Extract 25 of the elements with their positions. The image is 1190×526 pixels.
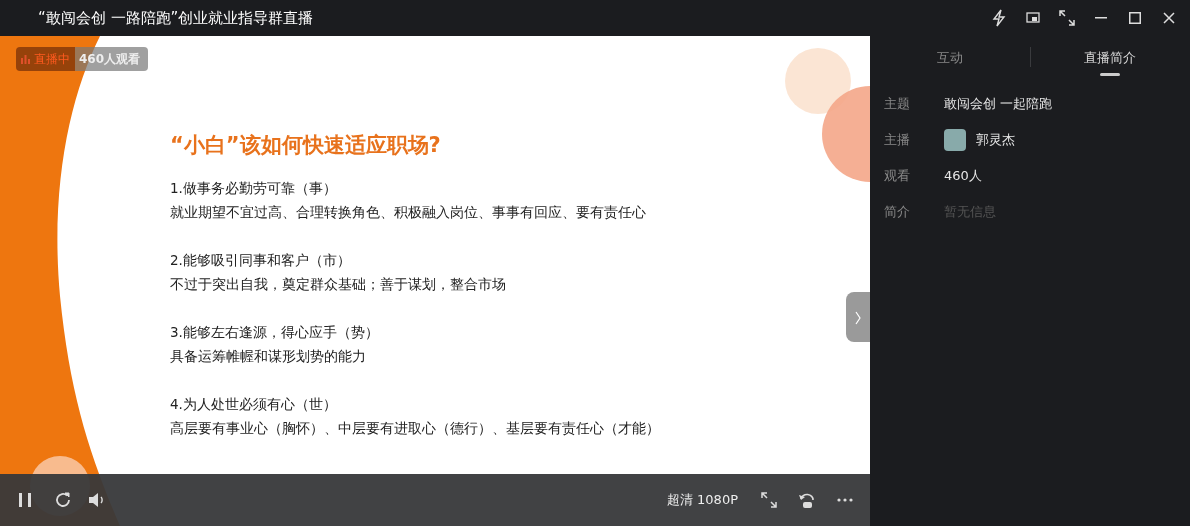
- section-text: 就业期望不宜过高、合理转换角色、积极融入岗位、事事有回应、要有责任心: [170, 202, 647, 222]
- window-title: “敢闯会创 一路陪跑”创业就业指导群直播: [38, 7, 315, 29]
- bar-chart-icon: [21, 54, 30, 64]
- info-label: 观看: [884, 166, 911, 185]
- avatar-placeholder: [944, 128, 966, 151]
- info-label: 主题: [884, 94, 911, 113]
- section-heading: 4.为人处世必须有心（世）: [170, 394, 338, 414]
- host-name: 郭灵杰: [976, 130, 1015, 149]
- info-label: 主播: [884, 130, 911, 149]
- section-heading: 2.能够吸引同事和客户（市）: [170, 250, 352, 270]
- section-text: 不过于突出自我，奠定群众基础；善于谋划，整合市场: [170, 274, 507, 294]
- section-heading: 1.做事务必勤劳可靠（事）: [170, 178, 338, 198]
- panel-tab[interactable]: 互动: [870, 36, 1030, 78]
- section-heading: 3.能够左右逢源，得心应手（势）: [170, 322, 380, 342]
- live-status: 直播中: [16, 47, 75, 71]
- expand-panel-button[interactable]: [846, 292, 870, 342]
- section-text: 具备运筹帷幄和谋形划势的能力: [170, 346, 367, 366]
- info-label: 简介: [884, 202, 911, 221]
- info-value: 敢闯会创 一起陪跑: [944, 94, 1053, 113]
- chevron-right-icon: [854, 309, 862, 326]
- panel-tab[interactable]: 直播简介: [1030, 36, 1190, 78]
- slide-title: “小白”该如何快速适应职场?: [170, 132, 442, 159]
- info-value: 460人: [944, 166, 982, 185]
- quality-selector[interactable]: 超清 1080P: [660, 489, 744, 511]
- section-text: 高层要有事业心（胸怀）、中层要有进取心（德行）、基层要有责任心（才能）: [170, 418, 661, 438]
